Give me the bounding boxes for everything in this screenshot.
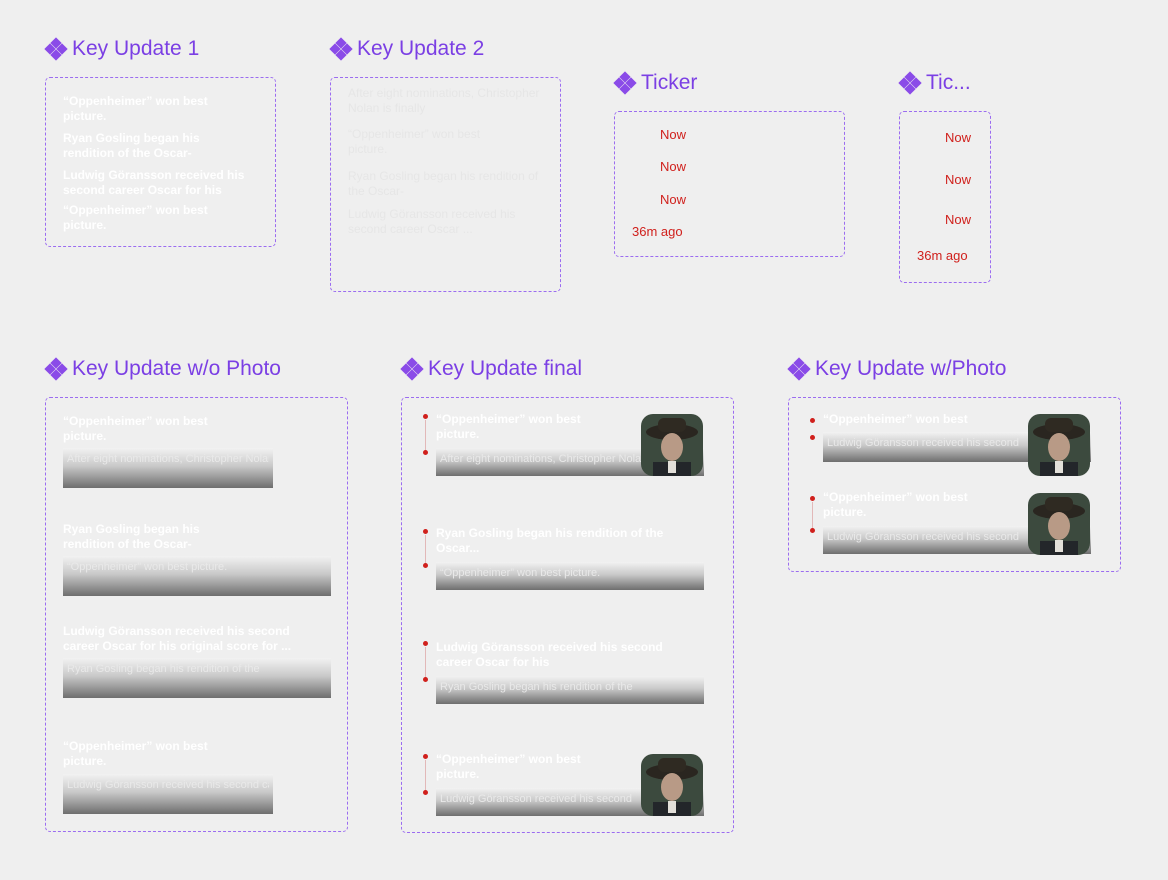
bullet-dot [810, 528, 815, 533]
title-label: Ticker [641, 71, 698, 94]
bullet-dot [423, 529, 428, 534]
list-item: “Oppenheimer” won best picture. [63, 94, 208, 123]
list-item-headline: “Oppenheimer” won best picture. [63, 739, 208, 768]
bullet-dot [423, 641, 428, 646]
bullet-dot [423, 414, 428, 419]
list-item-summary: “Oppenheimer” won best picture. [440, 567, 601, 579]
component-icon [44, 37, 68, 61]
oppenheimer-photo [641, 754, 703, 816]
list-item-summary-fade: “Oppenheimer” won best picture. [63, 556, 331, 596]
title-label: Key Update final [428, 357, 583, 380]
ticker-time: Now [660, 192, 687, 207]
bullet-dot [810, 418, 815, 423]
list-item-headline: Ludwig Göransson received his second car… [436, 640, 663, 669]
component-icon [329, 37, 353, 61]
timeline-line [425, 647, 426, 677]
bullet-dot [423, 790, 428, 795]
title-label: Key Update 1 [72, 37, 200, 60]
key-update-wo-photo-frame[interactable]: “Oppenheimer” won best picture. After ei… [45, 397, 348, 832]
ticker-time: Now [660, 159, 687, 174]
component-title-key-update-wo-photo[interactable]: Key Update w/o Photo [44, 357, 281, 381]
list-item: After eight nominations, Christopher Nol… [348, 86, 540, 115]
bullet-dot [423, 450, 428, 455]
component-title-ticker[interactable]: Ticker [613, 71, 698, 95]
list-item-summary: After eight nominations, Christopher Nol… [67, 453, 269, 465]
oppenheimer-photo [1028, 414, 1090, 476]
list-item-summary-fade: After eight nominations, Christopher Nol… [63, 448, 273, 488]
list-item-summary-fade: Ryan Gosling began his rendition of the [63, 658, 331, 698]
bullet-dot [810, 435, 815, 440]
title-label: Key Update w/Photo [815, 357, 1007, 380]
component-icon [400, 357, 424, 381]
list-item-summary-fade: Ludwig Göransson received his second car… [63, 774, 273, 814]
list-item: “Oppenheimer” won best picture. [348, 127, 481, 156]
component-icon [44, 357, 68, 381]
component-icon [787, 357, 811, 381]
bullet-dot [423, 563, 428, 568]
component-icon [613, 71, 637, 95]
oppenheimer-photo [641, 414, 703, 476]
list-item-summary-fade: “Oppenheimer” won best picture. [436, 562, 704, 590]
list-item-headline: Ryan Gosling began his rendition of the … [436, 526, 664, 555]
key-update-1-frame[interactable]: “Oppenheimer” won best picture. Ryan Gos… [45, 77, 276, 247]
ticker-time: 36m ago [632, 224, 683, 239]
list-item: “Oppenheimer” won best picture. [63, 203, 208, 232]
list-item-headline: “Oppenheimer” won best picture. [436, 752, 581, 781]
list-item: Ryan Gosling began his rendition of the … [63, 131, 200, 160]
list-item-headline: “Oppenheimer” won best [823, 412, 968, 426]
list-item-headline: “Oppenheimer” won best picture. [63, 414, 208, 443]
component-icon [898, 71, 922, 95]
ticker-time: Now [945, 130, 972, 145]
component-title-key-update-w-photo[interactable]: Key Update w/Photo [787, 357, 1007, 381]
list-item-headline: “Oppenheimer” won best picture. [436, 412, 581, 441]
component-title-key-update-2[interactable]: Key Update 2 [329, 37, 485, 61]
bullet-dot [423, 677, 428, 682]
component-title-ticker-small[interactable]: Tic... [898, 71, 971, 95]
list-item-summary: Ryan Gosling began his rendition of the [67, 663, 260, 675]
component-title-key-update-final[interactable]: Key Update final [400, 357, 583, 381]
title-label: Key Update 2 [357, 37, 485, 60]
list-item-headline: Ryan Gosling began his rendition of the … [63, 522, 200, 551]
timeline-line [425, 420, 426, 450]
list-item-headline: Ludwig Göransson received his second car… [63, 624, 292, 653]
oppenheimer-photo [1028, 493, 1090, 555]
ticker-time: Now [945, 172, 972, 187]
list-item-summary-fade: Ryan Gosling began his rendition of the [436, 676, 704, 704]
list-item: Ludwig Göransson received his second car… [348, 207, 516, 236]
list-item: Ludwig Göransson received his second car… [63, 168, 245, 197]
list-item-headline: “Oppenheimer” won best picture. [823, 490, 968, 519]
list-item-summary: Ryan Gosling began his rendition of the [440, 681, 633, 693]
timeline-line [425, 760, 426, 790]
ticker-time: 36m ago [917, 248, 968, 263]
bullet-dot [810, 496, 815, 501]
key-update-2-frame[interactable]: After eight nominations, Christopher Nol… [330, 77, 561, 292]
ticker-small-frame[interactable]: Now Now Now 36m ago [899, 111, 991, 283]
bullet-dot [423, 754, 428, 759]
component-title-key-update-1[interactable]: Key Update 1 [44, 37, 200, 61]
list-item-summary: “Oppenheimer” won best picture. [67, 561, 228, 573]
ticker-time: Now [660, 127, 687, 142]
list-item-summary: Ludwig Göransson received his second car… [67, 779, 269, 791]
list-item: Ryan Gosling began his rendition of the … [348, 169, 539, 198]
title-label: Key Update w/o Photo [72, 357, 281, 380]
timeline-line [425, 535, 426, 563]
timeline-line [812, 502, 813, 528]
ticker-frame[interactable]: Now Now Now 36m ago [614, 111, 845, 257]
title-label: Tic... [926, 71, 971, 94]
key-update-final-frame[interactable]: “Oppenheimer” won best picture. After ei… [401, 397, 734, 833]
key-update-w-photo-frame[interactable]: “Oppenheimer” won best Ludwig Göransson … [788, 397, 1121, 572]
ticker-time: Now [945, 212, 972, 227]
